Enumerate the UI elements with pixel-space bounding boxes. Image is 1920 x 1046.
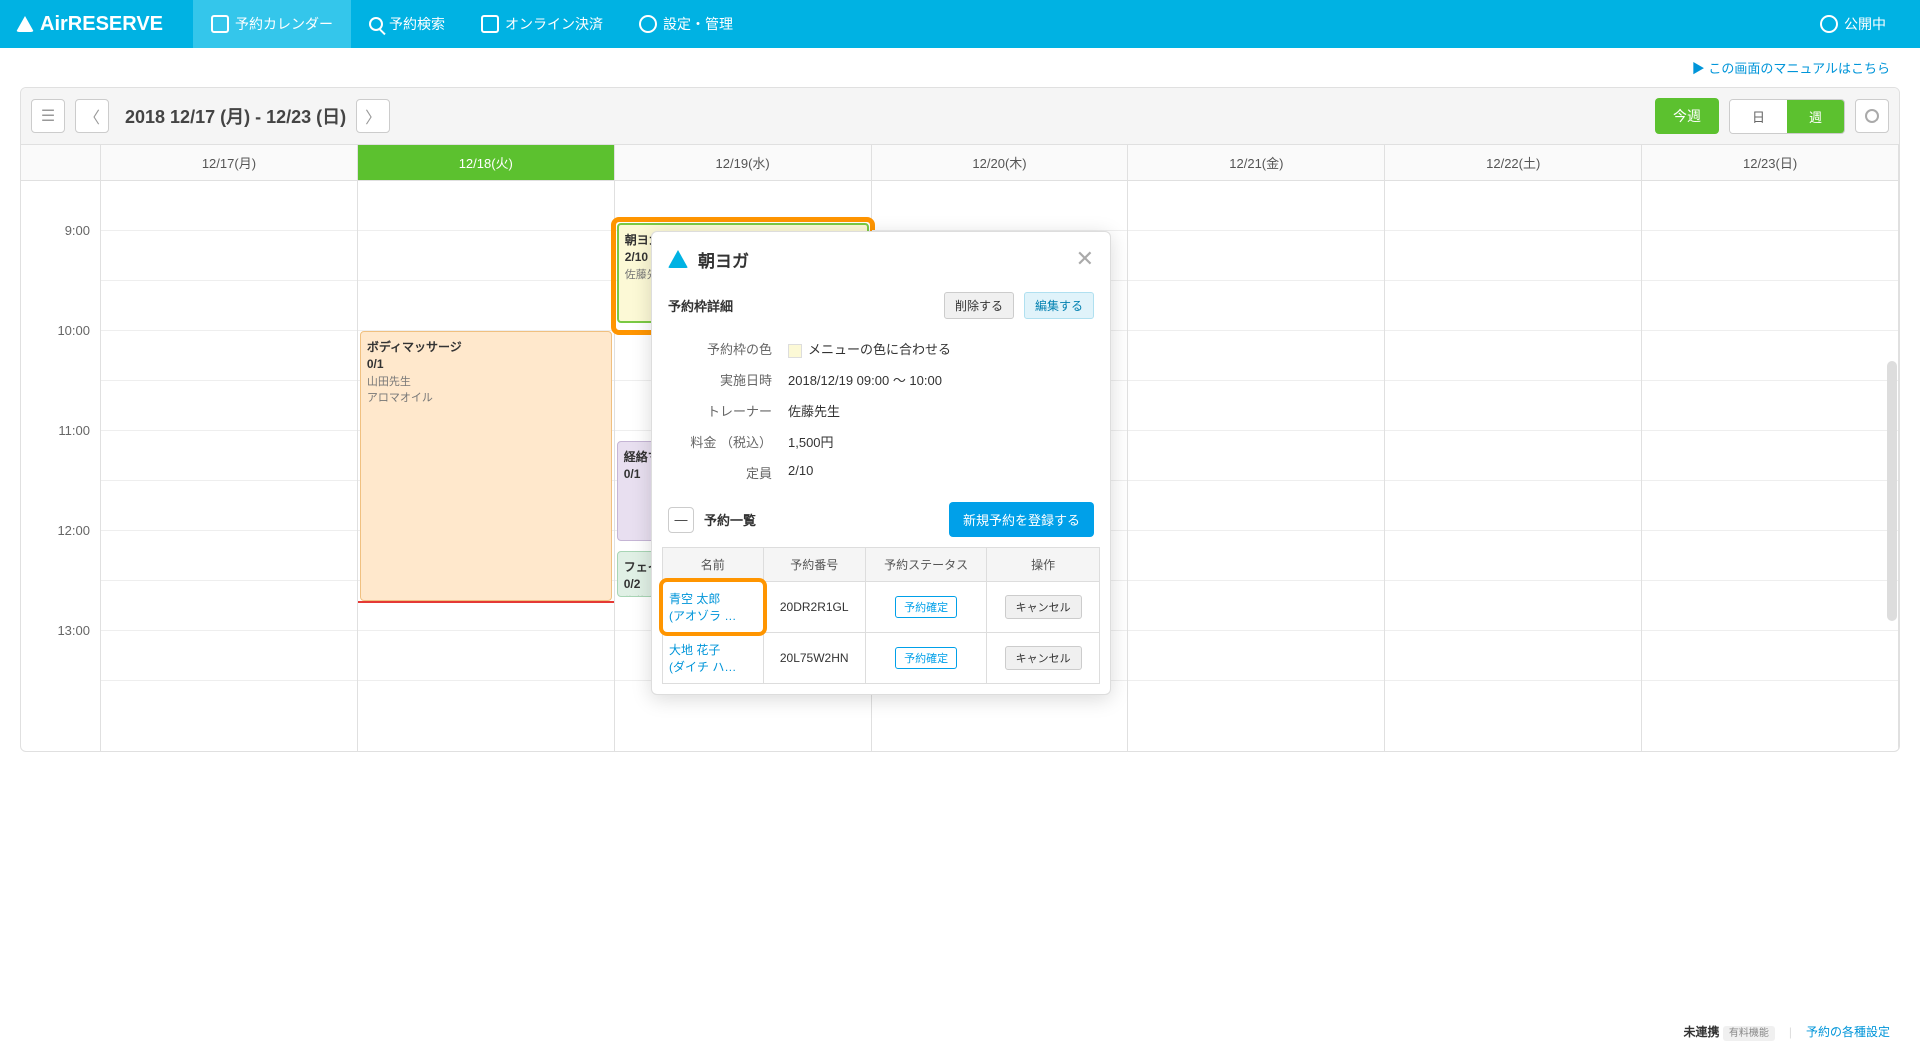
day-col-mon bbox=[101, 181, 358, 751]
day-header[interactable]: 12/17(月) bbox=[101, 145, 358, 180]
day-col-sun bbox=[1642, 181, 1899, 751]
customer-name[interactable]: 大地 花子(ダイチ ハ… bbox=[663, 633, 764, 684]
day-header[interactable]: 12/22(土) bbox=[1385, 145, 1642, 180]
gear-icon bbox=[639, 15, 657, 33]
day-col-sat bbox=[1385, 181, 1642, 751]
table-row: 青空 太郎(アオゾラ … 20DR2R1GL 予約確定 キャンセル bbox=[663, 582, 1100, 633]
search-icon bbox=[369, 17, 383, 31]
search-button[interactable] bbox=[1855, 99, 1889, 133]
manual-link[interactable]: ▶ この画面のマニュアルはこちら bbox=[0, 48, 1920, 87]
status-badge: 予約確定 bbox=[895, 596, 957, 618]
toggle-week[interactable]: 週 bbox=[1787, 100, 1844, 133]
now-indicator bbox=[358, 601, 614, 603]
top-nav: AirRESERVE 予約カレンダー 予約検索 オンライン決済 設定・管理 公開… bbox=[0, 0, 1920, 48]
reservation-table: 名前 予約番号 予約ステータス 操作 青空 太郎(アオゾラ … 20DR2R1G… bbox=[662, 547, 1100, 684]
time-label: 12:00 bbox=[57, 523, 90, 538]
nav-calendar[interactable]: 予約カレンダー bbox=[193, 0, 351, 48]
toggle-day[interactable]: 日 bbox=[1730, 100, 1787, 133]
menu-button[interactable]: ☰ bbox=[31, 99, 65, 133]
day-header[interactable]: 12/19(水) bbox=[615, 145, 872, 180]
next-button[interactable]: 〉 bbox=[356, 99, 390, 133]
footer: 未連携 有料機能 | 予約の各種設定 bbox=[1654, 1017, 1920, 1046]
calendar-panel: ☰ 〈 2018 12/17 (月) - 12/23 (日) 〉 今週 日 週 … bbox=[20, 87, 1900, 752]
status-badge: 予約確定 bbox=[895, 647, 957, 669]
popup-section-title: 予約枠詳細 bbox=[668, 296, 934, 315]
close-icon[interactable]: ✕ bbox=[1076, 246, 1094, 272]
customer-name[interactable]: 青空 太郎(アオゾラ … bbox=[663, 582, 764, 633]
collapse-button[interactable]: — bbox=[668, 507, 694, 533]
cancel-button[interactable]: キャンセル bbox=[1005, 595, 1082, 619]
time-label: 11:00 bbox=[58, 423, 90, 438]
day-header-today[interactable]: 12/18(火) bbox=[358, 145, 615, 180]
card-icon bbox=[481, 15, 499, 33]
day-col-fri bbox=[1128, 181, 1385, 751]
logo-icon bbox=[16, 16, 34, 32]
link-status: 未連携 bbox=[1684, 1025, 1720, 1039]
time-label: 10:00 bbox=[57, 323, 90, 338]
table-row: 大地 花子(ダイチ ハ… 20L75W2HN 予約確定 キャンセル bbox=[663, 633, 1100, 684]
globe-icon bbox=[1820, 15, 1838, 33]
nav-search[interactable]: 予約検索 bbox=[351, 0, 463, 48]
nav-payment[interactable]: オンライン決済 bbox=[463, 0, 621, 48]
cancel-button[interactable]: キャンセル bbox=[1005, 646, 1082, 670]
calendar-body: 9:00 10:00 11:00 12:00 13:00 ボディマッサージ 0/… bbox=[21, 181, 1899, 751]
edit-button[interactable]: 編集する bbox=[1024, 292, 1094, 319]
day-header[interactable]: 12/23(日) bbox=[1642, 145, 1899, 180]
nav-publish[interactable]: 公開中 bbox=[1802, 0, 1904, 48]
event-body-massage[interactable]: ボディマッサージ 0/1 山田先生 アロマオイル bbox=[360, 331, 612, 601]
prev-button[interactable]: 〈 bbox=[75, 99, 109, 133]
scrollbar[interactable] bbox=[1887, 361, 1897, 621]
time-label: 9:00 bbox=[65, 223, 90, 238]
new-reservation-button[interactable]: 新規予約を登録する bbox=[949, 502, 1094, 537]
brand-text: AirRESERVE bbox=[40, 13, 163, 36]
reservation-popup: 朝ヨガ ✕ 予約枠詳細 削除する 編集する 予約枠の色メニューの色に合わせる 実… bbox=[651, 231, 1111, 695]
popup-logo-icon bbox=[668, 250, 688, 268]
date-range: 2018 12/17 (月) - 12/23 (日) bbox=[125, 103, 346, 129]
nav-settings[interactable]: 設定・管理 bbox=[621, 0, 751, 48]
calendar-icon bbox=[211, 15, 229, 33]
logo[interactable]: AirRESERVE bbox=[16, 13, 163, 36]
popup-title: 朝ヨガ bbox=[698, 247, 1066, 272]
day-col-tue: ボディマッサージ 0/1 山田先生 アロマオイル bbox=[358, 181, 615, 751]
calendar-header: 12/17(月) 12/18(火) 12/19(水) 12/20(木) 12/2… bbox=[21, 145, 1899, 181]
color-chip bbox=[788, 344, 802, 358]
footer-settings-link[interactable]: 予約の各種設定 bbox=[1806, 1023, 1890, 1040]
list-title: 予約一覧 bbox=[704, 510, 939, 529]
view-toggle: 日 週 bbox=[1729, 99, 1845, 134]
time-label: 13:00 bbox=[57, 623, 90, 638]
delete-button[interactable]: 削除する bbox=[944, 292, 1014, 319]
day-header[interactable]: 12/21(金) bbox=[1128, 145, 1385, 180]
today-button[interactable]: 今週 bbox=[1655, 98, 1719, 134]
name-highlight bbox=[659, 578, 767, 636]
calendar-toolbar: ☰ 〈 2018 12/17 (月) - 12/23 (日) 〉 今週 日 週 bbox=[21, 88, 1899, 145]
paid-tag: 有料機能 bbox=[1723, 1026, 1775, 1041]
day-header[interactable]: 12/20(木) bbox=[872, 145, 1129, 180]
